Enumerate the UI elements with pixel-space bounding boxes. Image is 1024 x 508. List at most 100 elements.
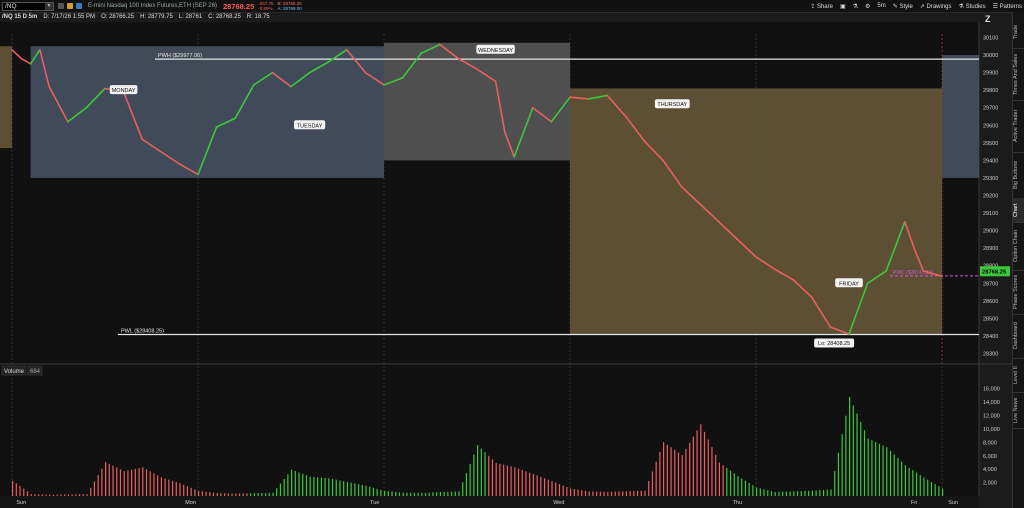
volume-bar xyxy=(488,455,490,496)
tab-trade[interactable]: Trade xyxy=(1013,16,1024,49)
price-axis[interactable]: 30100 30000 29900 29800 29700 29600 29500 29400… xyxy=(980,36,1010,358)
day-label-text: WEDNESDAY xyxy=(478,48,513,54)
settings-icon[interactable]: ⚙ xyxy=(865,3,870,10)
drawings-button[interactable]: ➚ Drawings xyxy=(920,3,952,10)
volume-bar xyxy=(796,491,799,496)
tab-option-chain[interactable]: Option Chain xyxy=(1013,222,1024,271)
volume-bar xyxy=(558,484,561,496)
alert-icon[interactable] xyxy=(67,3,73,9)
volume-bar xyxy=(908,467,910,496)
volume-bar xyxy=(238,493,241,496)
share-button[interactable]: ⇪ Share xyxy=(810,3,833,10)
volume-bar xyxy=(369,486,371,496)
tab-chart[interactable]: Chart xyxy=(1013,198,1024,223)
volume-bar xyxy=(149,471,151,496)
volume-bar xyxy=(343,481,345,496)
time-axis[interactable]: Sun Mon Tue Wed Thu Fri Sun xyxy=(0,496,979,508)
volume-bar xyxy=(198,491,200,496)
volume-bar xyxy=(815,490,817,496)
volume-bar xyxy=(454,491,456,496)
volume-bar xyxy=(294,471,296,496)
price-tick-label: 28600 xyxy=(983,299,998,305)
price-tick-label: 28900 xyxy=(983,246,998,252)
volume-bar xyxy=(651,471,654,496)
volume-bar xyxy=(60,494,62,496)
tab-phase-scores[interactable]: Phase Scores xyxy=(1013,270,1024,315)
volume-bar xyxy=(335,479,337,496)
volume-bar xyxy=(387,491,389,496)
volume-bar xyxy=(514,467,516,496)
volume-bar xyxy=(365,485,367,496)
volume-bar xyxy=(41,494,43,496)
info-icon[interactable] xyxy=(76,3,82,9)
patterns-button[interactable]: ☰ Patterns xyxy=(993,3,1022,10)
volume-bar xyxy=(398,492,401,496)
volume-tick-label: 8,000 xyxy=(983,440,997,446)
volume-bar xyxy=(904,465,906,496)
tab-dashboard[interactable]: Dashboard xyxy=(1013,314,1024,359)
volume-study-value: 684 xyxy=(30,369,41,375)
studies-button[interactable]: ⚗ Studies xyxy=(959,3,986,10)
price-chart[interactable]: PWH ($29977.06) PWL ($28408.25) PWC ($2874… xyxy=(0,12,1012,508)
volume-bar xyxy=(722,465,724,496)
volume-bar xyxy=(826,489,828,496)
volume-bar xyxy=(659,451,661,496)
volume-bar xyxy=(782,491,784,496)
volume-bar xyxy=(603,491,605,496)
volume-bar xyxy=(741,478,743,496)
symbol-input[interactable]: /NQ ▼ xyxy=(2,1,54,11)
link-icon[interactable] xyxy=(58,3,64,9)
volume-bar xyxy=(331,478,334,496)
volume-bar xyxy=(852,405,854,496)
volume-bar xyxy=(841,434,843,496)
volume-bar xyxy=(942,488,944,496)
style-button[interactable]: ✎ Style xyxy=(893,3,913,10)
volume-axis: 16,000 14,000 12,000 10,000 8,000 6,000 4,000 2… xyxy=(983,387,1000,487)
volume-bar xyxy=(618,491,620,496)
share-label: Share xyxy=(816,3,833,10)
patterns-label: Patterns xyxy=(999,3,1022,10)
style-label: Style xyxy=(899,3,913,10)
volume-bar xyxy=(410,492,412,496)
chevron-down-icon[interactable]: ▼ xyxy=(45,2,53,10)
volume-tick-label: 12,000 xyxy=(983,414,1000,420)
volume-bar xyxy=(919,474,921,496)
volume-tick-label: 10,000 xyxy=(983,427,1000,433)
volume-bar xyxy=(157,475,159,496)
drawings-label: Drawings xyxy=(926,3,952,10)
volume-bar xyxy=(97,475,99,496)
product-name: E-mini Nasdaq 100 Index Futures,ETH (SEP… xyxy=(88,3,217,9)
volume-bar xyxy=(432,492,434,496)
volume-bar xyxy=(216,492,218,496)
volume-bar xyxy=(436,492,438,496)
volume-bar xyxy=(551,481,553,496)
volume-bar xyxy=(670,447,672,496)
tab-live-news[interactable]: Live News xyxy=(1013,392,1024,429)
low-callout: Lo: 28408.25 xyxy=(814,338,855,348)
volume-bar xyxy=(372,487,375,496)
flask-icon[interactable]: ⚗ xyxy=(853,3,858,10)
save-icon[interactable]: ▣ xyxy=(840,3,846,10)
volume-bar xyxy=(469,463,471,496)
volume-bar xyxy=(339,480,341,496)
volume-bar xyxy=(878,443,880,496)
volume-tick-label: 14,000 xyxy=(983,400,1000,406)
tab-big-buttons[interactable]: Big Buttons xyxy=(1013,152,1024,199)
volume-bar xyxy=(49,494,51,496)
volume-bar xyxy=(421,492,423,496)
volume-bar xyxy=(361,484,363,496)
volume-bar xyxy=(555,482,557,496)
volume-bar xyxy=(830,489,832,496)
price-tick-label: 29500 xyxy=(983,141,998,147)
volume-bar xyxy=(629,491,631,496)
tab-level-ii[interactable]: Level II xyxy=(1013,358,1024,393)
volume-bar xyxy=(510,466,512,496)
volume-bar xyxy=(101,468,103,496)
tab-times-and-sales[interactable]: Times And Sales xyxy=(1013,48,1024,101)
timeframe-button[interactable]: 5m xyxy=(877,3,885,9)
day-label: WEDNESDAY xyxy=(476,44,515,54)
tab-active-trader[interactable]: Active Trader xyxy=(1013,100,1024,153)
volume-bar xyxy=(666,444,668,496)
volume-bar xyxy=(164,478,166,496)
volume-bar xyxy=(592,491,594,496)
